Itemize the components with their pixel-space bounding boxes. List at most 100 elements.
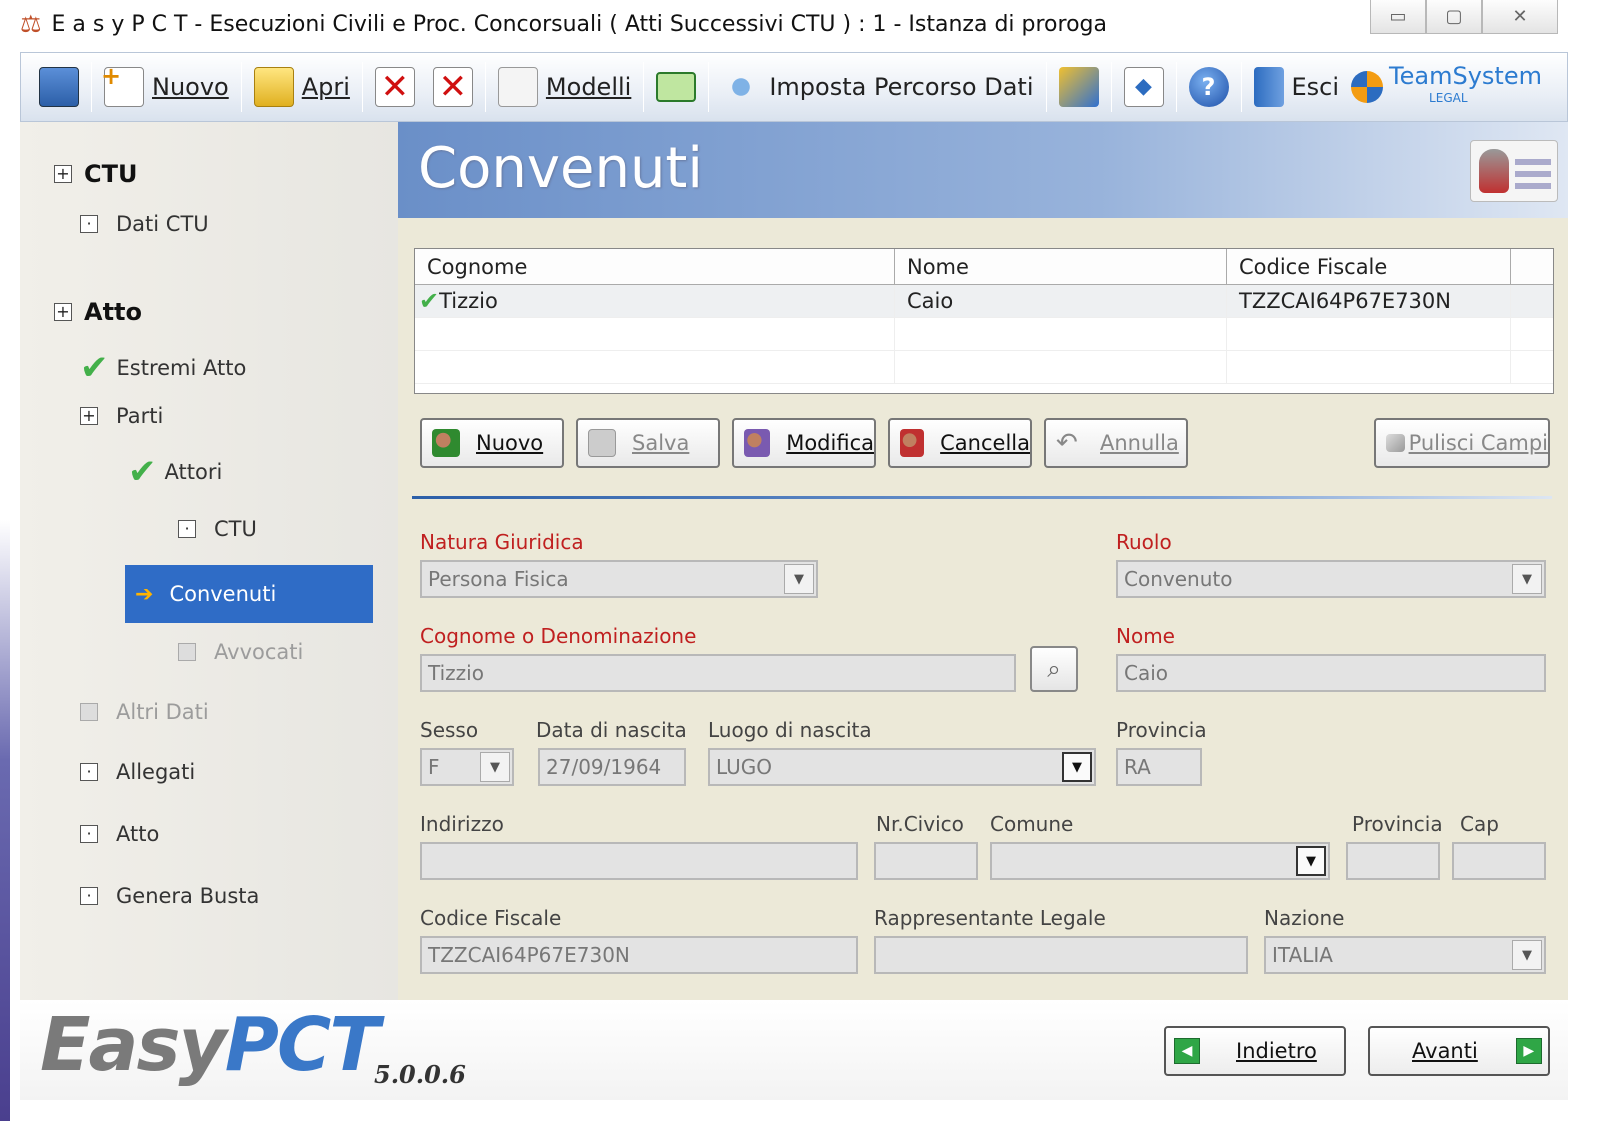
nav-item-ctu[interactable]: · CTU: [178, 517, 257, 541]
data-nascita-input[interactable]: 27/09/1964: [538, 748, 686, 786]
minimize-button[interactable]: ▭: [1370, 0, 1426, 34]
cap-input[interactable]: [1452, 842, 1546, 880]
add-party-button[interactable]: Nuovo: [420, 418, 564, 468]
toolbar-separator: [240, 62, 242, 112]
teamsystem-sub: LEGAL: [1429, 91, 1468, 105]
cell-nome: Caio: [895, 285, 1227, 317]
nav-item-parti[interactable]: + Parti: [80, 404, 163, 428]
delete-all-button[interactable]: ✕: [427, 59, 479, 115]
help-button[interactable]: ?: [1183, 59, 1235, 115]
undo-icon: ↶: [1056, 428, 1078, 458]
table-row[interactable]: ✔ Tizzio Caio TZZCAI64P67E730N: [415, 285, 1553, 318]
search-button[interactable]: ⌕: [1030, 646, 1078, 692]
indirizzo-input[interactable]: [420, 842, 858, 880]
send-button[interactable]: [1053, 59, 1105, 115]
natura-select[interactable]: Persona Fisica ▼: [420, 560, 818, 598]
rappresentante-input[interactable]: [874, 936, 1248, 974]
rappresentante-label: Rappresentante Legale: [874, 906, 1106, 930]
expand-icon: +: [80, 407, 98, 425]
teamsystem-logo: TeamSystem LEGAL: [1351, 59, 1542, 115]
action-buttons: Nuovo Salva Modifica Cancella ↶ Annulla P…: [420, 418, 1550, 468]
main-toolbar: + Nuovo Apri ✕ ✕ Modelli Imposta Percorso…: [20, 52, 1568, 122]
close-button[interactable]: ✕: [1482, 0, 1558, 34]
back-button[interactable]: ◀ Indietro: [1164, 1026, 1346, 1076]
main-panel: Convenuti Cognome Nome Codice Fiscale ✔ T…: [398, 122, 1568, 1000]
nav-item-attori[interactable]: ✔ Attori: [128, 452, 222, 492]
card-button[interactable]: [650, 59, 702, 115]
disabled-box-icon: [178, 643, 196, 661]
luogo-nascita-select[interactable]: LUGO ▼: [708, 748, 1096, 786]
nazione-label: Nazione: [1264, 906, 1345, 930]
info-doc-button[interactable]: ◆: [1118, 59, 1170, 115]
help-icon: ?: [1188, 67, 1229, 107]
models-label: Modelli: [545, 73, 632, 101]
toolbar-separator: [361, 62, 363, 112]
chevron-down-icon: ▼: [784, 564, 814, 594]
clear-fields-button[interactable]: Pulisci Campi: [1374, 418, 1550, 468]
new-button[interactable]: + Nuovo: [98, 59, 235, 115]
comune-label: Comune: [990, 812, 1074, 836]
ruolo-select[interactable]: Convenuto ▼: [1116, 560, 1546, 598]
cap-label: Cap: [1460, 812, 1499, 836]
caption-buttons: ▭ ▢ ✕: [1370, 0, 1570, 36]
column-cognome[interactable]: Cognome: [415, 249, 895, 284]
search-icon: ⌕: [1047, 655, 1061, 683]
column-codice-fiscale[interactable]: Codice Fiscale: [1227, 249, 1511, 284]
delete-button[interactable]: ✕: [369, 59, 421, 115]
save-button[interactable]: Salva: [576, 418, 720, 468]
check-icon: ✔: [128, 452, 157, 492]
nav-group-atto[interactable]: + Atto: [54, 298, 142, 326]
civico-label: Nr.Civico: [876, 812, 964, 836]
info-document-icon: ◆: [1123, 67, 1164, 107]
nome-input[interactable]: Caio: [1116, 654, 1546, 692]
maximize-button[interactable]: ▢: [1426, 0, 1482, 34]
navigation-sidebar: + CTU · Dati CTU + Atto ✔ Estremi Atto + Part…: [20, 122, 398, 1000]
codice-fiscale-input[interactable]: TZZCAI64P67E730N: [420, 936, 858, 974]
dot-icon: ·: [80, 825, 98, 843]
nav-item-allegati[interactable]: · Allegati: [80, 760, 195, 784]
nome-label: Nome: [1116, 624, 1175, 648]
footer-bar: EasyPCT 5.0.0.6 ◀ Indietro Avanti ▶: [20, 1000, 1568, 1100]
cell-cognome: ✔ Tizzio: [415, 285, 895, 317]
undo-button[interactable]: ↶ Annulla: [1044, 418, 1188, 468]
list-icon: [39, 67, 79, 107]
expand-icon: +: [54, 303, 72, 321]
open-button[interactable]: Apri: [248, 59, 356, 115]
nav-item-estremi[interactable]: ✔ Estremi Atto: [80, 348, 246, 388]
provincia2-input[interactable]: [1346, 842, 1440, 880]
cognome-input[interactable]: Tizzio: [420, 654, 1016, 692]
models-button[interactable]: Modelli: [492, 59, 637, 115]
data-nascita-label: Data di nascita: [536, 718, 687, 742]
comune-select[interactable]: ▼: [990, 842, 1330, 880]
nav-item-altri-dati[interactable]: Altri Dati: [80, 700, 209, 724]
toolbar-separator: [91, 62, 92, 112]
nav-item-atto[interactable]: · Atto: [80, 822, 159, 846]
toolbar-separator: [643, 62, 645, 112]
provincia-input[interactable]: RA: [1116, 748, 1202, 786]
network-icon: [721, 67, 762, 107]
civico-input[interactable]: [874, 842, 978, 880]
nav-item-dati-ctu[interactable]: · Dati CTU: [80, 212, 209, 236]
edit-button[interactable]: Modifica: [732, 418, 876, 468]
new-document-icon: +: [101, 62, 144, 107]
nazione-select[interactable]: ITALIA ▼: [1264, 936, 1546, 974]
next-button[interactable]: Avanti ▶: [1368, 1026, 1550, 1076]
nav-group-ctu[interactable]: + CTU: [54, 160, 137, 188]
delete-user-icon: [900, 429, 925, 457]
section-header: Convenuti: [398, 122, 1568, 218]
data-path-button[interactable]: Imposta Percorso Dati: [715, 59, 1039, 115]
sesso-select[interactable]: F ▼: [420, 748, 514, 786]
nav-item-genera-busta[interactable]: · Genera Busta: [80, 884, 259, 908]
table-row-empty: [415, 351, 1553, 384]
window-edge: [0, 520, 10, 1121]
column-nome[interactable]: Nome: [895, 249, 1227, 284]
table-header: Cognome Nome Codice Fiscale: [415, 249, 1553, 285]
cell-cf: TZZCAI64P67E730N: [1227, 285, 1511, 317]
list-button[interactable]: [33, 59, 85, 115]
toolbar-separator: [1045, 62, 1047, 112]
nav-item-convenuti[interactable]: ➔ Convenuti: [125, 565, 373, 623]
app-window: ⚖ E a s y P C T - Esecuzioni Civili e Pr…: [0, 0, 1603, 1121]
nav-item-avvocati[interactable]: Avvocati: [178, 640, 303, 664]
delete-party-button[interactable]: Cancella: [888, 418, 1032, 468]
exit-button[interactable]: Esci: [1248, 59, 1346, 115]
